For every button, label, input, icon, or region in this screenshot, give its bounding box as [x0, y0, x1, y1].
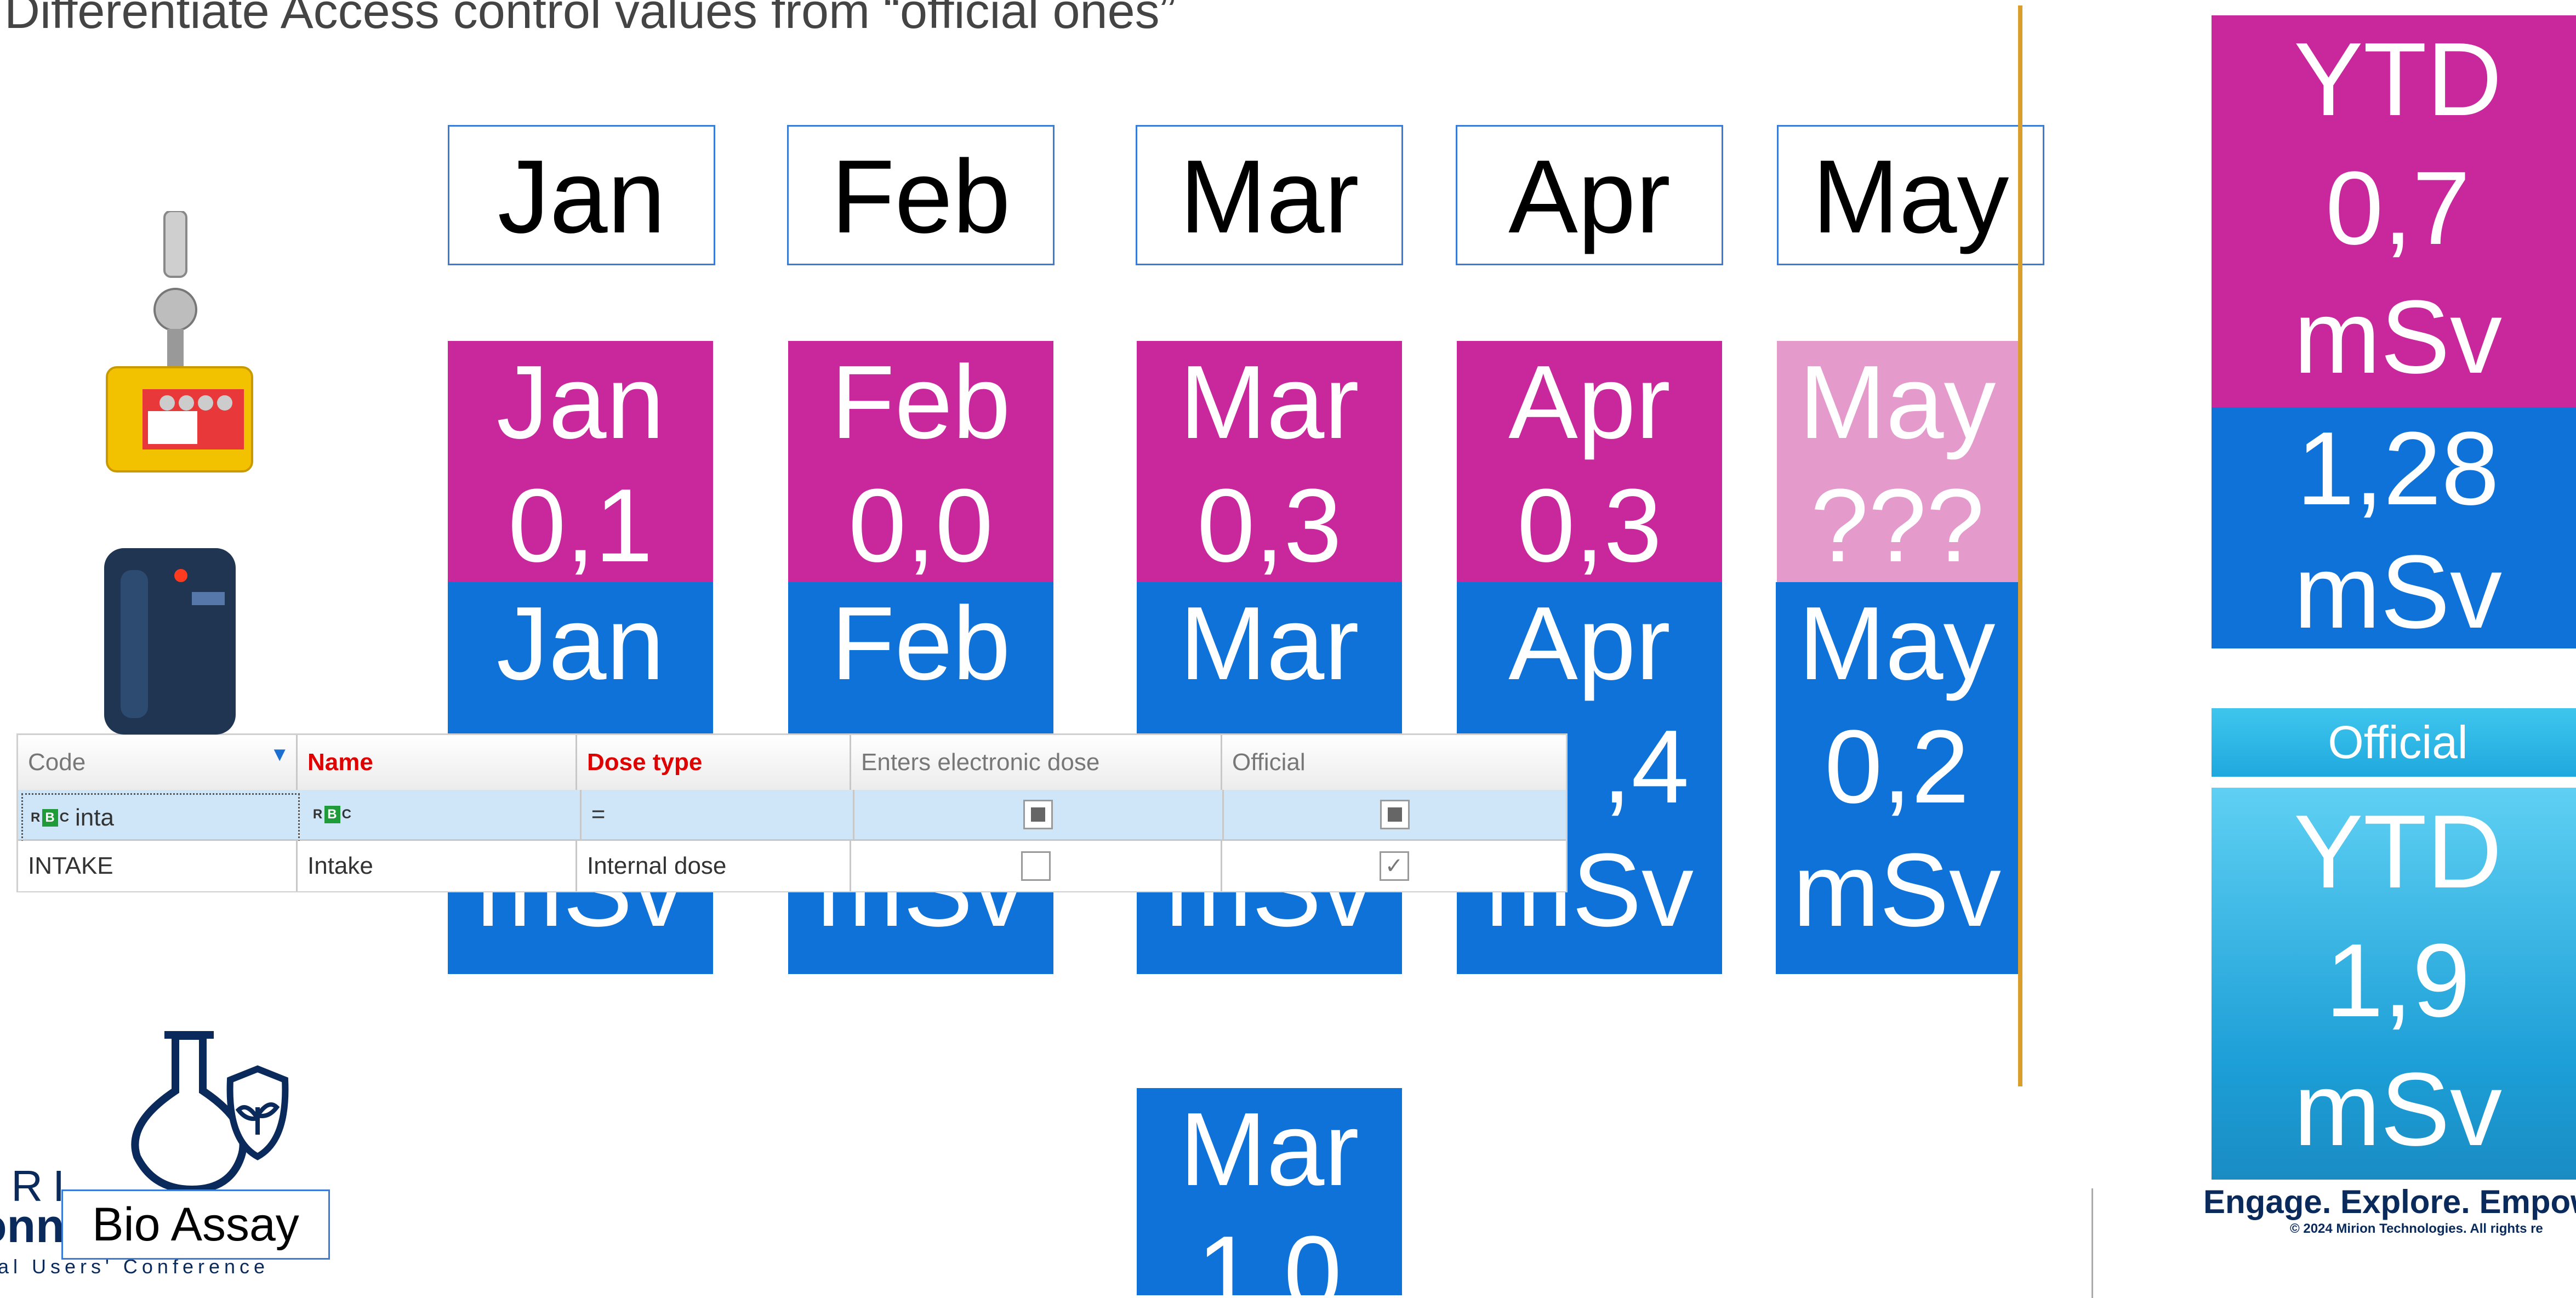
ytd-unit: mSv: [2294, 534, 2502, 648]
column-header-enters-electronic-dose[interactable]: Enters electronic dose: [851, 735, 1222, 790]
name-filter-input[interactable]: RBC: [303, 790, 582, 839]
access-tile-may: May ???: [1777, 341, 2018, 582]
official-label: Official: [2212, 708, 2576, 777]
tile-value: 0,3: [1196, 468, 1342, 582]
tile-month: Apr: [1508, 585, 1671, 702]
ytd-electronic-tile: 1,28 mSv: [2212, 407, 2576, 648]
code-cell[interactable]: INTAKE: [18, 841, 298, 891]
dose-type-filter-input[interactable]: =: [582, 790, 854, 839]
dosimeter-badge-icon: [106, 211, 253, 472]
column-header-dose-type[interactable]: Dose type: [577, 735, 851, 790]
ytd-access-tile: YTD 0,7 mSv: [2212, 15, 2576, 407]
tile-month: May: [1798, 585, 1996, 702]
column-header-code[interactable]: Code ▼: [18, 735, 298, 790]
ytd-value: 0,7: [2325, 150, 2471, 266]
tile-unit: mSv: [1793, 832, 2001, 948]
ytd-unit: mSv: [2294, 1051, 2502, 1168]
electronic-tile-may: May 0,2 mSv: [1776, 582, 2018, 974]
ytd-label: YTD: [2294, 21, 2502, 138]
name-cell[interactable]: Intake: [298, 841, 577, 891]
tile-month: Mar: [1179, 344, 1359, 460]
tile-month: Apr: [1508, 344, 1671, 460]
column-header-label: Code: [28, 749, 86, 776]
enters-electronic-filter-cell: [854, 790, 1224, 839]
month-header-mar: Mar: [1136, 125, 1403, 265]
code-filter-value: inta: [75, 804, 114, 831]
tile-value: 0,1: [508, 468, 653, 582]
official-cell: ✓: [1222, 841, 1566, 891]
ytd-label: YTD: [2294, 794, 2502, 910]
conference-logo-main: onn: [0, 1200, 65, 1253]
month-header-may: May: [1777, 125, 2044, 265]
access-tile-apr: Apr 0,3: [1457, 341, 1722, 582]
official-filter-checkbox[interactable]: [1380, 800, 1410, 829]
text-filter-icon: RBC: [313, 806, 352, 823]
slide-title: Differentiate Access control values from…: [4, 0, 1176, 39]
grid-header-row: Code ▼ Name Dose type Enters electronic …: [18, 735, 1566, 792]
code-filter-input[interactable]: RBC inta: [21, 793, 300, 842]
tile-month: Jan: [496, 585, 665, 702]
enters-electronic-checkbox[interactable]: [1021, 851, 1051, 881]
bio-assay-tile-mar: Mar 1,0: [1137, 1088, 1402, 1295]
tile-value: 1,0: [1196, 1215, 1342, 1295]
enters-electronic-filter-checkbox[interactable]: [1023, 800, 1053, 829]
filter-icon[interactable]: ▼: [270, 743, 289, 766]
tile-month: Feb: [831, 585, 1011, 702]
tile-value: 0,3: [1517, 468, 1662, 582]
tagline: Engage. Explore. Empow: [2203, 1183, 2576, 1220]
month-header-apr: Apr: [1456, 125, 1723, 265]
tile-month: Jan: [496, 344, 665, 460]
official-checkbox[interactable]: ✓: [1379, 851, 1409, 881]
tile-value: ???: [1810, 468, 1985, 582]
flask-shield-icon: [131, 1031, 289, 1194]
access-tile-feb: Feb 0,0: [788, 341, 1053, 582]
bio-assay-label: Bio Assay: [61, 1189, 330, 1260]
dose-type-cell[interactable]: Internal dose: [577, 841, 851, 891]
footer-divider: [2091, 1188, 2093, 1298]
access-tile-jan: Jan 0,1: [448, 341, 713, 582]
tile-month: May: [1799, 344, 1996, 460]
ytd-value: 1,9: [2325, 923, 2471, 1039]
column-header-name[interactable]: Name: [298, 735, 577, 790]
table-row[interactable]: INTAKE Intake Internal dose ✓: [18, 841, 1566, 891]
official-filter-cell: [1224, 790, 1566, 839]
month-header-feb: Feb: [787, 125, 1055, 265]
column-header-official[interactable]: Official: [1222, 735, 1566, 790]
access-tile-mar: Mar 0,3: [1137, 341, 1402, 582]
copyright: © 2024 Mirion Technologies. All rights r…: [2290, 1221, 2543, 1236]
ytd-unit: mSv: [2294, 279, 2502, 395]
tile-value: 0,2: [1824, 709, 1970, 825]
ytd-value: 1,28: [2296, 411, 2499, 527]
tile-month: Mar: [1179, 1091, 1359, 1208]
month-header-jan: Jan: [448, 125, 715, 265]
grid-filter-row: RBC inta RBC =: [18, 790, 1566, 842]
dose-type-filter-operator: =: [591, 801, 606, 828]
tile-month: Mar: [1179, 585, 1359, 702]
ytd-official-tile: YTD 1,9 mSv: [2212, 788, 2576, 1180]
enters-electronic-cell: [851, 841, 1222, 891]
tile-value: 0,0: [848, 468, 994, 582]
electronic-dosimeter-icon: [104, 548, 236, 735]
current-month-divider: [2018, 5, 2022, 1086]
dose-type-grid: Code ▼ Name Dose type Enters electronic …: [16, 733, 1568, 892]
text-filter-icon: RBC: [31, 809, 70, 827]
checkmark-icon: ✓: [1384, 854, 1404, 878]
tile-month: Feb: [831, 344, 1011, 460]
